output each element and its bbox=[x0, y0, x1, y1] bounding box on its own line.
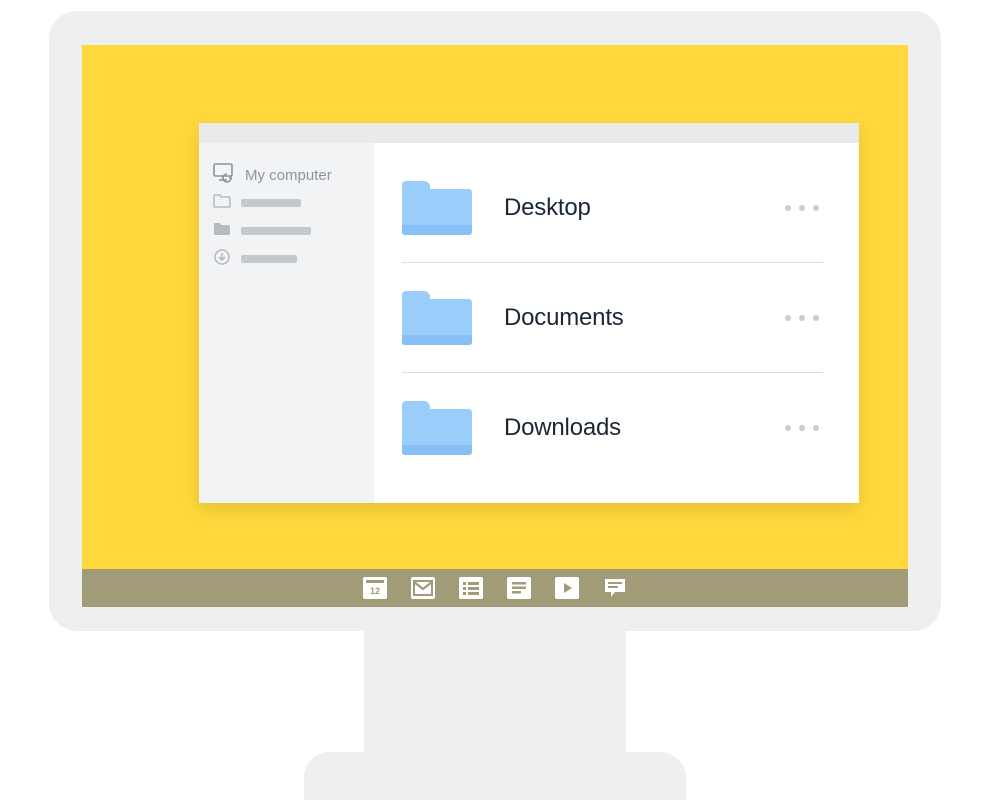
taskbar: 12 bbox=[82, 569, 908, 607]
file-browser-window: My computer bbox=[199, 123, 859, 503]
sidebar: My computer bbox=[199, 143, 374, 503]
computer-sync-icon bbox=[213, 163, 235, 188]
placeholder-text bbox=[241, 255, 297, 263]
monitor-frame: My computer bbox=[49, 11, 941, 631]
folder-outline-icon bbox=[213, 194, 231, 213]
svg-text:12: 12 bbox=[370, 586, 380, 596]
sidebar-item-my-computer[interactable]: My computer bbox=[213, 161, 360, 189]
taskbar-list-icon[interactable] bbox=[459, 577, 483, 599]
taskbar-comment-icon[interactable] bbox=[603, 577, 627, 599]
folder-icon bbox=[402, 291, 472, 345]
folder-name: Documents bbox=[504, 304, 785, 332]
sidebar-item-label: My computer bbox=[245, 167, 332, 184]
more-options-button[interactable] bbox=[785, 425, 819, 431]
taskbar-document-icon[interactable] bbox=[507, 577, 531, 599]
sidebar-item-placeholder-3[interactable] bbox=[213, 245, 360, 273]
download-circle-icon bbox=[213, 248, 231, 271]
folder-list: Desktop Documents bbox=[374, 143, 859, 503]
folder-row-downloads[interactable]: Downloads bbox=[402, 373, 823, 483]
placeholder-text bbox=[241, 199, 301, 207]
folder-icon bbox=[402, 401, 472, 455]
desktop-background: My computer bbox=[82, 45, 908, 569]
taskbar-mail-icon[interactable] bbox=[411, 577, 435, 599]
placeholder-text bbox=[241, 227, 311, 235]
sidebar-item-placeholder-2[interactable] bbox=[213, 217, 360, 245]
monitor-stand-neck bbox=[364, 631, 626, 771]
folder-name: Downloads bbox=[504, 414, 785, 442]
folder-icon bbox=[402, 181, 472, 235]
monitor-stand-base bbox=[304, 752, 686, 800]
window-titlebar[interactable] bbox=[199, 123, 859, 143]
taskbar-calendar-icon[interactable]: 12 bbox=[363, 577, 387, 599]
folder-filled-icon bbox=[213, 222, 231, 241]
taskbar-play-icon[interactable] bbox=[555, 577, 579, 599]
folder-row-documents[interactable]: Documents bbox=[402, 263, 823, 373]
sidebar-item-placeholder-1[interactable] bbox=[213, 189, 360, 217]
more-options-button[interactable] bbox=[785, 205, 819, 211]
folder-name: Desktop bbox=[504, 194, 785, 222]
more-options-button[interactable] bbox=[785, 315, 819, 321]
folder-row-desktop[interactable]: Desktop bbox=[402, 153, 823, 263]
